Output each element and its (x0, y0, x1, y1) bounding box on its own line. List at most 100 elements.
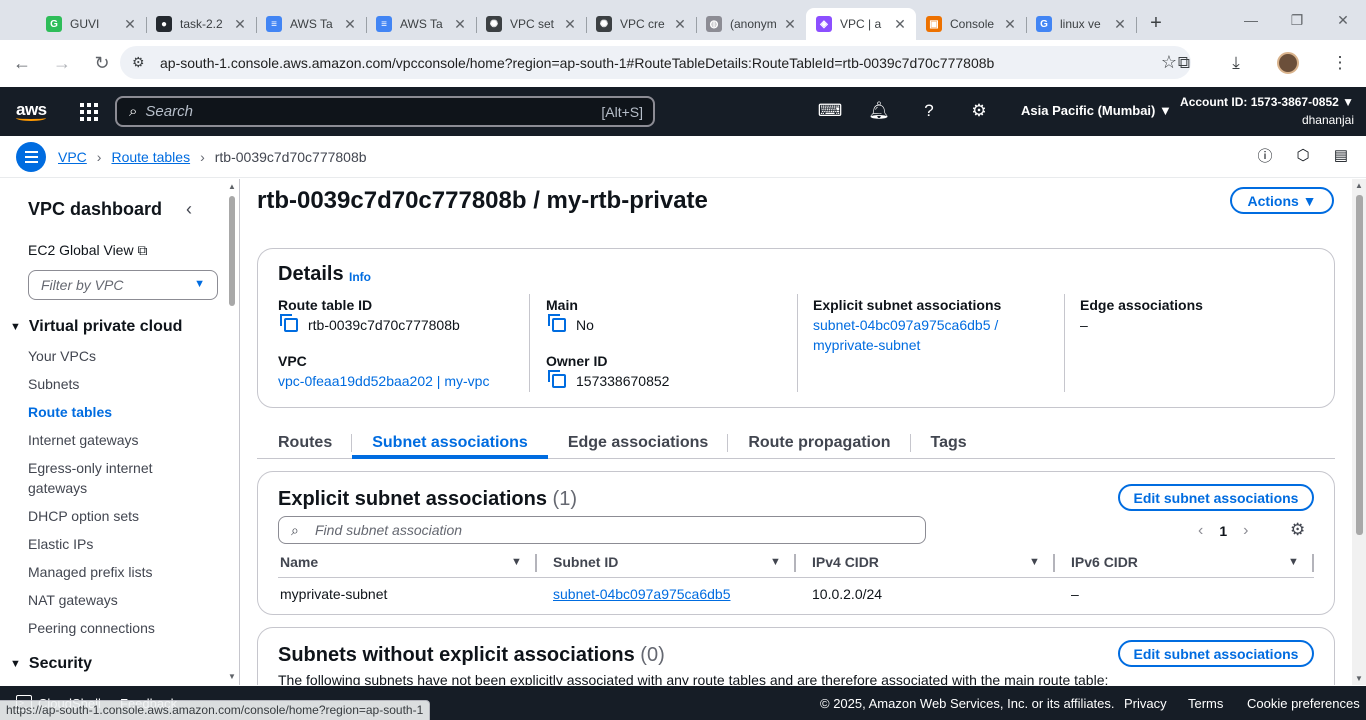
column-header-ipv6-cidr[interactable]: IPv6 CIDR (1071, 554, 1138, 570)
browser-tab[interactable]: ◈ VPC | a ✕ (806, 8, 916, 40)
scroll-down-icon[interactable]: ▼ (228, 672, 236, 681)
minimize-icon[interactable]: — (1228, 0, 1274, 40)
sidebar-item-internet-gateways[interactable]: Internet gateways (28, 430, 228, 450)
tab-edge-associations[interactable]: Edge associations (548, 427, 729, 458)
privacy-link[interactable]: Privacy (1124, 696, 1167, 711)
copy-icon[interactable] (548, 370, 566, 388)
tab-subnet-associations[interactable]: Subnet associations (352, 427, 548, 459)
section-virtual-private-cloud[interactable]: ▼ Virtual private cloud (10, 318, 182, 336)
region-selector[interactable]: Asia Pacific (Mumbai) ▼ (1021, 103, 1172, 118)
sidebar-item-egress-only[interactable]: Egress-only internet gateways (28, 458, 168, 498)
column-header-name[interactable]: Name (280, 554, 318, 570)
aws-search-input[interactable]: ⌕ Search [Alt+S] (115, 96, 655, 127)
column-header-ipv4-cidr[interactable]: IPv4 CIDR (812, 554, 879, 570)
copy-icon[interactable] (280, 314, 298, 332)
reload-icon[interactable]: ↻ (84, 45, 120, 81)
collapse-sidebar-icon[interactable]: ‹ (186, 199, 192, 220)
close-tab-icon[interactable]: ✕ (562, 16, 578, 33)
restore-icon[interactable]: ❐ (1274, 0, 1320, 40)
sidebar-item-your-vpcs[interactable]: Your VPCs (28, 346, 228, 366)
sort-caret-icon[interactable]: ▼ (1029, 556, 1040, 568)
scrollbar-thumb[interactable] (229, 196, 235, 306)
site-info-icon[interactable]: ⚙ (132, 54, 152, 71)
close-window-icon[interactable]: ✕ (1320, 0, 1366, 40)
tab-routes[interactable]: Routes (257, 427, 353, 458)
side-nav-toggle-icon[interactable] (16, 141, 46, 172)
browser-tab[interactable]: ≡ AWS Ta ✕ (256, 8, 367, 40)
extensions-icon[interactable]: ⧉ (1158, 53, 1210, 73)
info-icon[interactable]: ⓘ (1256, 146, 1274, 165)
next-page-icon[interactable]: › (1243, 522, 1248, 540)
sidebar-item-elastic-ips[interactable]: Elastic IPs (28, 534, 228, 554)
feedback-panel-icon[interactable]: ▤ (1332, 146, 1350, 164)
scroll-up-icon[interactable]: ▲ (228, 182, 236, 191)
profile-avatar[interactable] (1262, 52, 1314, 74)
browser-tab[interactable]: ≡ AWS Ta ✕ (366, 8, 477, 40)
aws-logo[interactable]: aws (16, 101, 50, 121)
cloudshell-icon[interactable]: ⌨ (818, 99, 843, 123)
info-link[interactable]: Info (349, 270, 371, 284)
sidebar-item-nat-gateways[interactable]: NAT gateways (28, 590, 228, 610)
edit-subnet-associations-button-2[interactable]: Edit subnet associations (1118, 640, 1314, 667)
column-header-subnet-id[interactable]: Subnet ID (553, 554, 618, 570)
sidebar-item-prefix-lists[interactable]: Managed prefix lists (28, 562, 228, 582)
sort-caret-icon[interactable]: ▼ (1288, 556, 1299, 568)
browser-tab[interactable]: ✺ VPC cre ✕ (586, 8, 697, 40)
close-tab-icon[interactable]: ✕ (782, 16, 798, 33)
tab-route-propagation[interactable]: Route propagation (728, 427, 911, 458)
edit-subnet-associations-button[interactable]: Edit subnet associations (1118, 484, 1314, 511)
sort-caret-icon[interactable]: ▼ (770, 556, 781, 568)
new-tab-button[interactable]: + (1142, 9, 1170, 37)
close-tab-icon[interactable]: ✕ (892, 16, 908, 33)
sidebar-scrollbar[interactable]: ▲ ▼ (228, 182, 236, 682)
account-menu[interactable]: Account ID: 1573-3867-0852 ▼ dhananjai (1180, 93, 1354, 129)
back-icon[interactable]: ← (4, 45, 40, 81)
browser-tab[interactable]: Glinux ve ✕ (1026, 8, 1137, 40)
sidebar-item-ec2-global-view[interactable]: EC2 Global View ⧉ (28, 242, 147, 259)
close-tab-icon[interactable]: ✕ (1112, 16, 1128, 33)
sidebar-item-route-tables[interactable]: Route tables (28, 402, 228, 422)
cookie-preferences-link[interactable]: Cookie preferences (1247, 696, 1360, 711)
notifications-settings-icon[interactable]: ⬡ (1294, 146, 1312, 164)
sort-caret-icon[interactable]: ▼ (511, 556, 522, 568)
breadcrumb-vpc[interactable]: VPC (58, 149, 87, 165)
browser-tab[interactable]: ◍ (anonym ✕ (696, 8, 807, 40)
sidebar-item-dhcp[interactable]: DHCP option sets (28, 506, 228, 526)
forward-icon[interactable]: → (44, 45, 80, 81)
scroll-up-icon[interactable]: ▲ (1355, 181, 1363, 190)
url-field[interactable]: ⚙ ap-south-1.console.aws.amazon.com/vpcc… (120, 46, 1191, 79)
previous-page-icon[interactable]: ‹ (1198, 522, 1203, 540)
settings-gear-icon[interactable]: ⚙ (967, 99, 991, 123)
close-tab-icon[interactable]: ✕ (1002, 16, 1018, 33)
help-icon[interactable]: ? (917, 99, 941, 123)
table-preferences-gear-icon[interactable]: ⚙ (1290, 520, 1305, 540)
close-tab-icon[interactable]: ✕ (452, 16, 468, 33)
vpc-link[interactable]: vpc-0feaa19dd52baa202 | my-vpc (278, 371, 489, 391)
main-scrollbar[interactable]: ▲ ▼ (1352, 179, 1366, 685)
browser-tab[interactable]: ▣ Console ✕ (916, 8, 1027, 40)
scroll-down-icon[interactable]: ▼ (1355, 674, 1363, 683)
download-icon[interactable]: ⤓ (1210, 53, 1262, 73)
close-tab-icon[interactable]: ✕ (342, 16, 358, 33)
subnet-id-link[interactable]: subnet-04bc097a975ca6db5 (553, 586, 731, 602)
browser-tab[interactable]: G GUVI ✕ (36, 8, 147, 40)
sidebar-item-peering[interactable]: Peering connections (28, 618, 228, 638)
copy-icon[interactable] (548, 314, 566, 332)
page-number[interactable]: 1 (1219, 523, 1227, 539)
services-grid-icon[interactable] (80, 102, 98, 121)
find-subnet-association-input[interactable]: ⌕ Find subnet association (278, 516, 926, 544)
close-tab-icon[interactable]: ✕ (122, 16, 138, 33)
actions-button[interactable]: Actions ▼ (1230, 187, 1334, 214)
sidebar-item-subnets[interactable]: Subnets (28, 374, 228, 394)
section-security[interactable]: ▼ Security (10, 655, 92, 673)
tab-tags[interactable]: Tags (911, 427, 987, 458)
breadcrumb-route-tables[interactable]: Route tables (111, 149, 190, 165)
terms-link[interactable]: Terms (1188, 696, 1223, 711)
close-tab-icon[interactable]: ✕ (232, 16, 248, 33)
explicit-assoc-link[interactable]: subnet-04bc097a975ca6db5 / myprivate-sub… (813, 315, 998, 355)
browser-tab[interactable]: ✺ VPC set ✕ (476, 8, 587, 40)
browser-tab[interactable]: ● task-2.2 ✕ (146, 8, 257, 40)
browser-menu-icon[interactable]: ⋮ (1314, 53, 1366, 73)
sidebar-title[interactable]: VPC dashboard (28, 199, 162, 220)
scrollbar-thumb[interactable] (1356, 195, 1363, 535)
